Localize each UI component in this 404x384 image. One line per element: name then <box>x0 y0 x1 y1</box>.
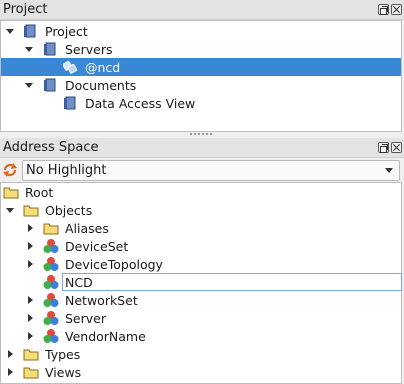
highlight-select[interactable]: No Highlight <box>22 160 400 181</box>
tree-item-label: Servers <box>65 41 113 57</box>
tree-item-label: Server <box>65 310 106 326</box>
float-panel-icon[interactable] <box>378 142 389 153</box>
tree-item-objects[interactable]: Objects <box>1 201 401 219</box>
folder-icon <box>23 205 39 217</box>
tree-item-label: Root <box>25 184 54 200</box>
tree-item-networkset[interactable]: NetworkSet <box>1 291 401 309</box>
tree-item-label: Types <box>45 346 81 362</box>
close-panel-icon[interactable] <box>391 4 402 15</box>
tree-item-label: VendorName <box>65 328 146 344</box>
expand-arrow-icon[interactable] <box>8 350 13 358</box>
tree-item-vendorname[interactable]: VendorName <box>1 327 401 345</box>
tree-item-label: DeviceSet <box>65 238 129 254</box>
object-icon <box>43 239 59 253</box>
tree-item-label: Objects <box>45 202 93 218</box>
object-icon <box>43 257 59 271</box>
close-panel-icon[interactable] <box>391 142 402 153</box>
chevron-down-icon <box>385 168 393 173</box>
project-tree: Project Servers @ncd Documents Data Acce… <box>0 20 402 132</box>
expand-arrow-icon[interactable] <box>25 83 33 88</box>
document-icon <box>64 96 76 110</box>
float-panel-icon[interactable] <box>378 4 389 15</box>
tree-item-label: NCD <box>65 274 93 290</box>
object-icon <box>43 293 59 307</box>
object-icon <box>43 329 59 343</box>
address-panel-header: Address Space <box>0 138 404 158</box>
expand-arrow-icon[interactable] <box>6 29 14 34</box>
tree-item-label: Views <box>45 364 82 380</box>
tree-item-label: NetworkSet <box>65 292 138 308</box>
tree-item-aliases[interactable]: Aliases <box>1 219 401 237</box>
tree-item-deviceset[interactable]: DeviceSet <box>1 237 401 255</box>
tree-item-data-access-view[interactable]: Data Access View <box>1 94 401 112</box>
folder-icon <box>23 349 39 361</box>
object-icon <box>43 275 59 289</box>
highlight-select-value: No Highlight <box>26 163 107 178</box>
highlight-toolbar: No Highlight <box>0 160 404 181</box>
expand-arrow-icon[interactable] <box>28 332 33 340</box>
tree-item-project[interactable]: Project <box>1 22 401 40</box>
tree-item-views[interactable]: Views <box>1 363 401 381</box>
tree-item-label: Aliases <box>65 220 109 236</box>
tree-item-servers[interactable]: Servers <box>1 40 401 58</box>
tree-item-types[interactable]: Types <box>1 345 401 363</box>
tree-item-server[interactable]: Server <box>1 309 401 327</box>
tree-item-documents[interactable]: Documents <box>1 76 401 94</box>
focus-outline <box>62 273 402 291</box>
splitter-handle[interactable] <box>190 133 212 135</box>
connection-icon <box>63 60 78 74</box>
expand-arrow-icon[interactable] <box>28 296 33 304</box>
expand-arrow-icon[interactable] <box>28 224 33 232</box>
tree-item-ncd-server[interactable]: @ncd <box>1 58 401 76</box>
folder-icon <box>23 367 39 379</box>
documents-icon <box>44 78 56 92</box>
expand-arrow-icon[interactable] <box>6 208 14 213</box>
expand-arrow-icon[interactable] <box>28 242 33 250</box>
tree-item-ncd[interactable]: NCD <box>1 273 402 291</box>
folder-icon <box>3 187 19 199</box>
object-icon <box>43 311 59 325</box>
project-icon <box>24 24 36 38</box>
server-group-icon <box>44 42 56 56</box>
project-panel-header: Project <box>0 0 404 20</box>
expand-arrow-icon[interactable] <box>28 260 33 268</box>
expand-arrow-icon[interactable] <box>28 314 33 322</box>
tree-item-root[interactable]: Root <box>1 183 401 201</box>
tree-item-label: DeviceTopology <box>65 256 163 272</box>
project-panel-title: Project <box>3 2 48 17</box>
tree-item-label: Data Access View <box>85 95 196 111</box>
address-space-tree: Root Objects Aliases DeviceSet DeviceTop… <box>0 182 402 384</box>
expand-arrow-icon[interactable] <box>25 47 33 52</box>
refresh-icon[interactable] <box>2 162 18 178</box>
tree-item-label: Documents <box>65 77 137 93</box>
folder-icon <box>43 223 59 235</box>
address-panel-title: Address Space <box>3 140 99 155</box>
tree-item-devicetopology[interactable]: DeviceTopology <box>1 255 401 273</box>
expand-arrow-icon[interactable] <box>8 368 13 376</box>
tree-item-label: @ncd <box>85 59 121 75</box>
tree-item-label: Project <box>45 23 88 39</box>
